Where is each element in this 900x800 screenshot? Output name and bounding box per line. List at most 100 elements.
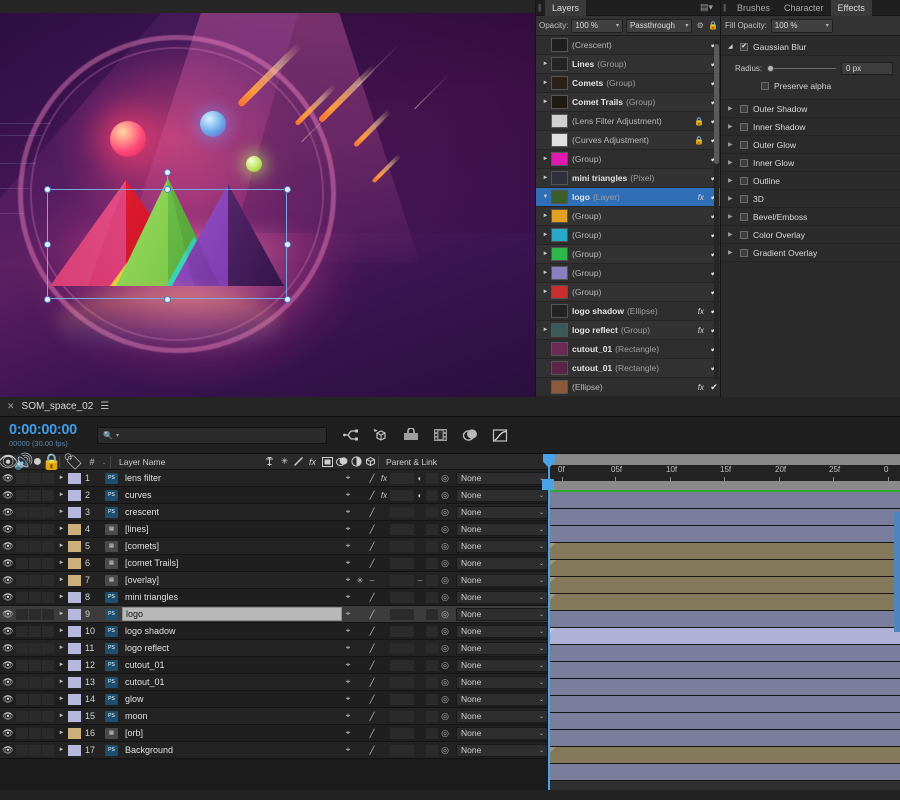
effect-checkbox[interactable] <box>740 140 748 149</box>
motion-blur-switch[interactable] <box>402 659 414 671</box>
layer-label-color[interactable] <box>68 489 81 501</box>
effects-more-list[interactable]: ▶ Outer Shadow ▶ Inner Shadow ▶ Outer Glow ▶ In… <box>721 100 900 262</box>
disclosure-triangle-icon[interactable]: ► <box>540 251 551 257</box>
3d-switch[interactable] <box>426 727 438 739</box>
timeline-track-bar[interactable] <box>548 526 900 543</box>
parent-select[interactable]: None ⌄ <box>456 658 548 672</box>
parent-pickwhip-icon[interactable]: ◎ <box>438 660 452 671</box>
shy-switch[interactable]: ⌖ <box>342 609 354 619</box>
tab-brushes[interactable]: Brushes <box>730 0 777 16</box>
3d-switch[interactable] <box>426 710 438 722</box>
3d-switch[interactable] <box>426 506 438 518</box>
lock-slot[interactable] <box>42 591 54 603</box>
disclosure-triangle-icon[interactable]: ► <box>55 696 68 702</box>
layer-item[interactable]: ►(Group)✔ <box>536 245 721 264</box>
motion-blur-icon[interactable] <box>335 456 349 467</box>
lock-slot[interactable] <box>42 642 54 654</box>
lock-slot[interactable] <box>42 625 54 637</box>
lock-slot[interactable] <box>42 676 54 688</box>
disclosure-triangle-icon[interactable]: ► <box>540 289 551 295</box>
timeline-track-bar[interactable] <box>548 543 900 560</box>
gaussian-blur-checkbox[interactable] <box>740 42 748 51</box>
lock-slot[interactable] <box>42 744 54 756</box>
parent-select[interactable]: None ⌄ <box>456 505 548 519</box>
preserve-alpha-row[interactable]: Preserve alpha <box>735 81 893 91</box>
shy-switch[interactable]: ⌖ <box>342 541 354 551</box>
layer-name[interactable]: [orb] <box>122 727 342 739</box>
quality-switch[interactable]: ╱ <box>366 695 378 704</box>
collapse-icon[interactable]: ✳ <box>278 456 291 467</box>
timeline-row[interactable]: 👁 ► 9 PS logo ⌖ ╱ ◎ None ⌄ <box>0 606 548 623</box>
layer-visibility-icon[interactable]: 👁 <box>0 524 16 535</box>
parent-pickwhip-icon[interactable]: ◎ <box>438 643 452 654</box>
handle-top-left[interactable] <box>44 186 51 193</box>
parent-select[interactable]: None ⌄ <box>456 692 548 706</box>
layer-name[interactable]: curves <box>122 489 342 501</box>
parent-select[interactable]: None ⌄ <box>456 556 548 570</box>
effect-row[interactable]: ▶ Outline <box>721 172 900 190</box>
audio-slot[interactable] <box>16 574 28 586</box>
shy-icon[interactable] <box>261 456 278 467</box>
effect-checkbox[interactable] <box>740 104 748 113</box>
disclosure-triangle-icon[interactable]: ► <box>55 713 68 719</box>
parent-pickwhip-icon[interactable]: ◎ <box>438 677 452 688</box>
parent-select[interactable]: None ⌄ <box>456 743 548 757</box>
effect-checkbox[interactable] <box>740 230 748 239</box>
layer-visibility-icon[interactable]: 👁 <box>0 660 16 671</box>
adjustment-switch[interactable]: ◐ <box>414 491 426 500</box>
motion-blur-switch[interactable] <box>402 506 414 518</box>
effect-row[interactable]: ▶ Inner Glow <box>721 154 900 172</box>
layers-stack-icon[interactable] <box>462 428 478 442</box>
timeline-row[interactable]: 👁 ► 4 ▤ [lines] ⌖ ╱ ◎ None ⌄ <box>0 521 548 538</box>
3d-switch[interactable] <box>426 523 438 535</box>
chevron-right-icon[interactable]: ▶ <box>728 123 735 130</box>
fx-icon[interactable]: fx <box>698 193 707 202</box>
fx-icon[interactable]: fx <box>698 326 707 335</box>
solo-slot[interactable] <box>29 642 41 654</box>
quality-switch[interactable]: ╱ <box>366 729 378 738</box>
motion-3d-icon[interactable] <box>373 428 389 443</box>
timeline-row[interactable]: 👁 ► 8 PS mini triangles ⌖ ╱ ◎ None ⌄ <box>0 589 548 606</box>
timeline-track-bar[interactable] <box>548 730 900 747</box>
handle-top-right[interactable] <box>284 186 291 193</box>
handle-bottom-left[interactable] <box>44 296 51 303</box>
disclosure-triangle-icon[interactable]: ► <box>540 99 551 105</box>
effect-row-gaussian-blur[interactable]: ◢ Gaussian Blur <box>721 38 900 56</box>
disclosure-triangle-icon[interactable]: ► <box>540 213 551 219</box>
layer-visibility-icon[interactable]: 👁 <box>0 575 16 586</box>
layer-visibility-checkbox[interactable]: ✔ <box>707 382 721 393</box>
layer-list[interactable]: (Crescent)✔►Lines(Group)✔►Comets(Group)✔… <box>536 36 721 397</box>
parent-pickwhip-icon[interactable]: ◎ <box>438 507 452 518</box>
effect-row[interactable]: ▶ Color Overlay <box>721 226 900 244</box>
layer-label-color[interactable] <box>68 659 81 671</box>
solo-slot[interactable] <box>29 710 41 722</box>
effect-row[interactable]: ▶ Inner Shadow <box>721 118 900 136</box>
3d-switch[interactable] <box>426 540 438 552</box>
parent-pickwhip-icon[interactable]: ◎ <box>438 473 452 484</box>
layer-name[interactable]: logo <box>122 607 342 621</box>
layer-label-color[interactable] <box>68 472 81 484</box>
effect-checkbox[interactable] <box>740 158 748 167</box>
solo-slot[interactable] <box>29 557 41 569</box>
frame-blend-switch[interactable] <box>390 574 402 586</box>
disclosure-triangle-icon[interactable]: ► <box>55 543 68 549</box>
timeline-row[interactable]: 👁 ► 5 ▤ [comets] ⌖ ╱ ◎ None ⌄ <box>0 538 548 555</box>
motion-blur-switch[interactable] <box>402 744 414 756</box>
layer-item[interactable]: ►mini triangles(Pixel)✔ <box>536 169 721 188</box>
layer-visibility-icon[interactable]: 👁 <box>0 592 16 603</box>
layer-name[interactable]: mini triangles <box>122 591 342 603</box>
layer-label-color[interactable] <box>68 523 81 535</box>
layer-name[interactable]: [lines] <box>122 523 342 535</box>
layer-name[interactable]: glow <box>122 693 342 705</box>
parent-pickwhip-icon[interactable]: ◎ <box>438 541 452 552</box>
motion-blur-switch[interactable] <box>402 591 414 603</box>
solo-slot[interactable] <box>29 472 41 484</box>
lock-slot[interactable] <box>42 472 54 484</box>
3d-switch[interactable] <box>426 472 438 484</box>
parent-select[interactable]: None ⌄ <box>456 539 548 553</box>
quality-switch[interactable]: ╱ <box>366 559 378 568</box>
layer-item[interactable]: cutout_01(Rectangle)✔ <box>536 359 721 378</box>
solo-slot[interactable] <box>29 489 41 501</box>
lock-slot[interactable] <box>42 523 54 535</box>
chevron-right-icon[interactable]: ▶ <box>728 213 735 220</box>
